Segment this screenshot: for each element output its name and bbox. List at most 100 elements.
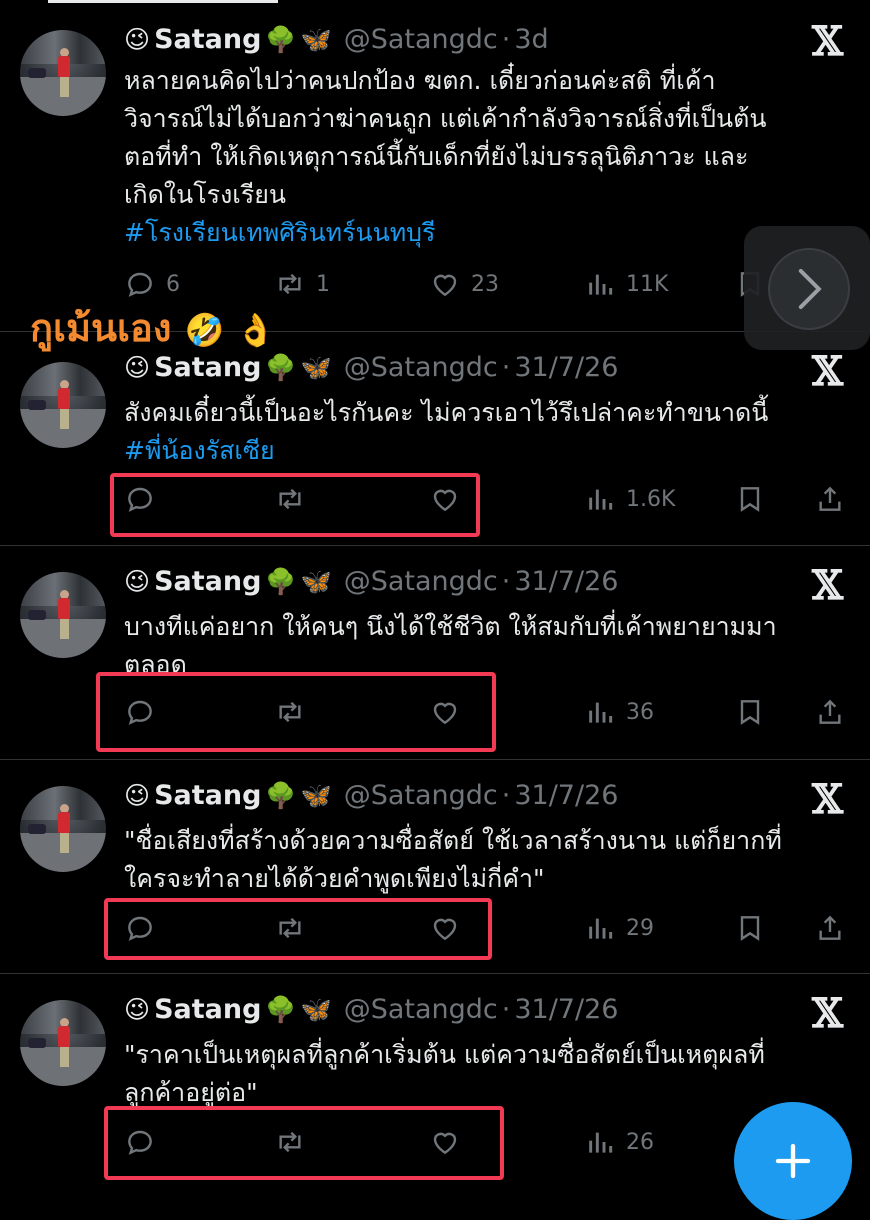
display-name[interactable]: Satang (154, 24, 261, 55)
views-button[interactable]: 26 (584, 1122, 654, 1162)
views-icon (589, 274, 613, 295)
tweet-1[interactable]: 😉 Satang 🌳 🦋 @Satangdc · 3d 𝕏 หลายคนคิดไ… (0, 0, 870, 332)
avatar[interactable] (20, 30, 106, 116)
wink-emoji: 😉 (124, 995, 151, 1024)
tweet-header: 😉 Satang 🌳 🦋 @Satangdc · 31/7/26 (124, 994, 618, 1025)
tree-emoji: 🌳 (265, 566, 297, 596)
tweet-text: "ชื่อเสียงที่สร้างด้วยความซื่อสัตย์ ใช้เ… (124, 822, 859, 898)
share-button[interactable] (814, 479, 846, 519)
text-line: วิจารณ์ไม่ได้บอกว่าฆ่าคนถูก แต่เค้ากำลัง… (124, 104, 767, 133)
wink-emoji: 😉 (124, 25, 151, 54)
tweet-text: หลายคนคิดไปว่าคนปกป้อง ฆตก. เดี๋ยวก่อนค่… (124, 62, 859, 252)
share-icon (819, 486, 841, 511)
butterfly-emoji: 🦋 (300, 994, 332, 1024)
share-button[interactable] (814, 692, 846, 732)
views-button[interactable]: 1.6K (584, 479, 675, 519)
timestamp[interactable]: 31/7/26 (514, 780, 618, 811)
timestamp[interactable]: 31/7/26 (514, 352, 618, 383)
view-count: 1.6K (626, 486, 676, 512)
separator: · (501, 780, 511, 811)
view-count: 26 (626, 1129, 654, 1155)
tweet-header: 😉 Satang 🌳 🦋 @Satangdc · 31/7/26 (124, 566, 618, 597)
bookmark-icon (740, 916, 760, 941)
text-line: เกิดในโรงเรียน (124, 180, 286, 209)
separator: · (501, 566, 511, 597)
handle[interactable]: @Satangdc (344, 352, 498, 383)
repost-count: 1 (316, 271, 330, 297)
display-name[interactable]: Satang (154, 994, 261, 1025)
butterfly-emoji: 🦋 (300, 780, 332, 810)
text-line: "ชื่อเสียงที่สร้างด้วยความซื่อสัตย์ ใช้เ… (124, 826, 782, 855)
avatar[interactable] (20, 362, 106, 448)
highlight-box (96, 672, 496, 752)
tree-emoji: 🌳 (265, 24, 297, 54)
view-count: 36 (626, 699, 654, 725)
butterfly-emoji: 🦋 (300, 24, 332, 54)
x-logo-icon: 𝕏 (812, 18, 844, 65)
butterfly-emoji: 🦋 (300, 566, 332, 596)
display-name[interactable]: Satang (154, 780, 261, 811)
tweet-2[interactable]: 😉 Satang 🌳 🦋 @Satangdc · 31/7/26 𝕏 สังคม… (0, 332, 870, 546)
bookmark-button[interactable] (734, 692, 766, 732)
handle[interactable]: @Satangdc (344, 994, 498, 1025)
bookmark-button[interactable] (734, 479, 766, 519)
share-button[interactable] (814, 908, 846, 948)
annotation-text: กูเม้นเอง (30, 306, 172, 350)
tree-emoji: 🌳 (265, 780, 297, 810)
share-icon (819, 699, 841, 724)
bookmark-icon (740, 487, 760, 512)
tweet-4[interactable]: 😉 Satang 🌳 🦋 @Satangdc · 31/7/26 𝕏 "ชื่อ… (0, 760, 870, 974)
text-line: หลายคนคิดไปว่าคนปกป้อง ฆตก. เดี๋ยวก่อนค่… (124, 66, 716, 95)
like-button[interactable]: 23 (429, 264, 499, 304)
views-button[interactable]: 36 (584, 692, 654, 732)
highlight-box (104, 898, 492, 960)
avatar[interactable] (20, 1000, 106, 1086)
timestamp[interactable]: 31/7/26 (514, 994, 618, 1025)
wink-emoji: 😉 (124, 781, 151, 810)
avatar[interactable] (20, 572, 106, 658)
handle[interactable]: @Satangdc (344, 24, 498, 55)
separator: · (501, 352, 511, 383)
tweet-header: 😉 Satang 🌳 🦋 @Satangdc · 3d (124, 24, 549, 55)
text-line: บางทีแค่อยาก ให้คนๆ นึงได้ใช้ชีวิต ให้สม… (124, 612, 777, 641)
wink-emoji: 😉 (124, 567, 151, 596)
views-icon (589, 1132, 613, 1153)
display-name[interactable]: Satang (154, 566, 261, 597)
separator: · (501, 24, 511, 55)
timestamp[interactable]: 3d (514, 24, 548, 55)
compose-button[interactable] (734, 1102, 852, 1220)
tweet-header: 😉 Satang 🌳 🦋 @Satangdc · 31/7/26 (124, 780, 618, 811)
plus-icon (775, 1143, 811, 1179)
tweet-text: บางทีแค่อยาก ให้คนๆ นึงได้ใช้ชีวิต ให้สม… (124, 608, 859, 672)
share-icon (819, 915, 841, 940)
x-logo-icon: 𝕏 (812, 348, 844, 395)
tweet-3[interactable]: 😉 Satang 🌳 🦋 @Satangdc · 31/7/26 𝕏 บางที… (0, 546, 870, 760)
x-logo-icon: 𝕏 (812, 776, 844, 823)
annotation-emoji: 🤣 👌 (184, 311, 276, 349)
bookmark-button[interactable] (734, 908, 766, 948)
x-logo-icon: 𝕏 (812, 562, 844, 609)
highlight-box (110, 473, 480, 537)
reply-count: 6 (166, 271, 180, 297)
views-icon (589, 489, 613, 510)
like-count: 23 (471, 271, 499, 297)
timestamp[interactable]: 31/7/26 (514, 566, 618, 597)
avatar[interactable] (20, 786, 106, 872)
view-count: 29 (626, 915, 654, 941)
repost-button[interactable]: 1 (274, 264, 330, 304)
views-button[interactable]: 29 (584, 908, 654, 948)
text-line: "ราคาเป็นเหตุผลที่ลูกค้าเริ่มต้น แต่ความ… (124, 1040, 765, 1069)
hashtag-link[interactable]: #พี่น้องรัสเซีย (124, 432, 859, 470)
handle[interactable]: @Satangdc (344, 780, 498, 811)
reply-icon (128, 272, 152, 297)
repost-icon (279, 273, 301, 295)
views-button[interactable]: 11K (584, 264, 668, 304)
separator: · (501, 994, 511, 1025)
tweet-text: สังคมเดี๋ยวนี้เป็นอะไรกันคะ ไม่ควรเอาไว้… (124, 394, 859, 470)
heart-icon (433, 274, 457, 297)
views-icon (589, 702, 613, 723)
views-icon (589, 918, 613, 939)
text-line: ตลอด (124, 650, 187, 672)
next-button[interactable] (768, 248, 850, 330)
handle[interactable]: @Satangdc (344, 566, 498, 597)
